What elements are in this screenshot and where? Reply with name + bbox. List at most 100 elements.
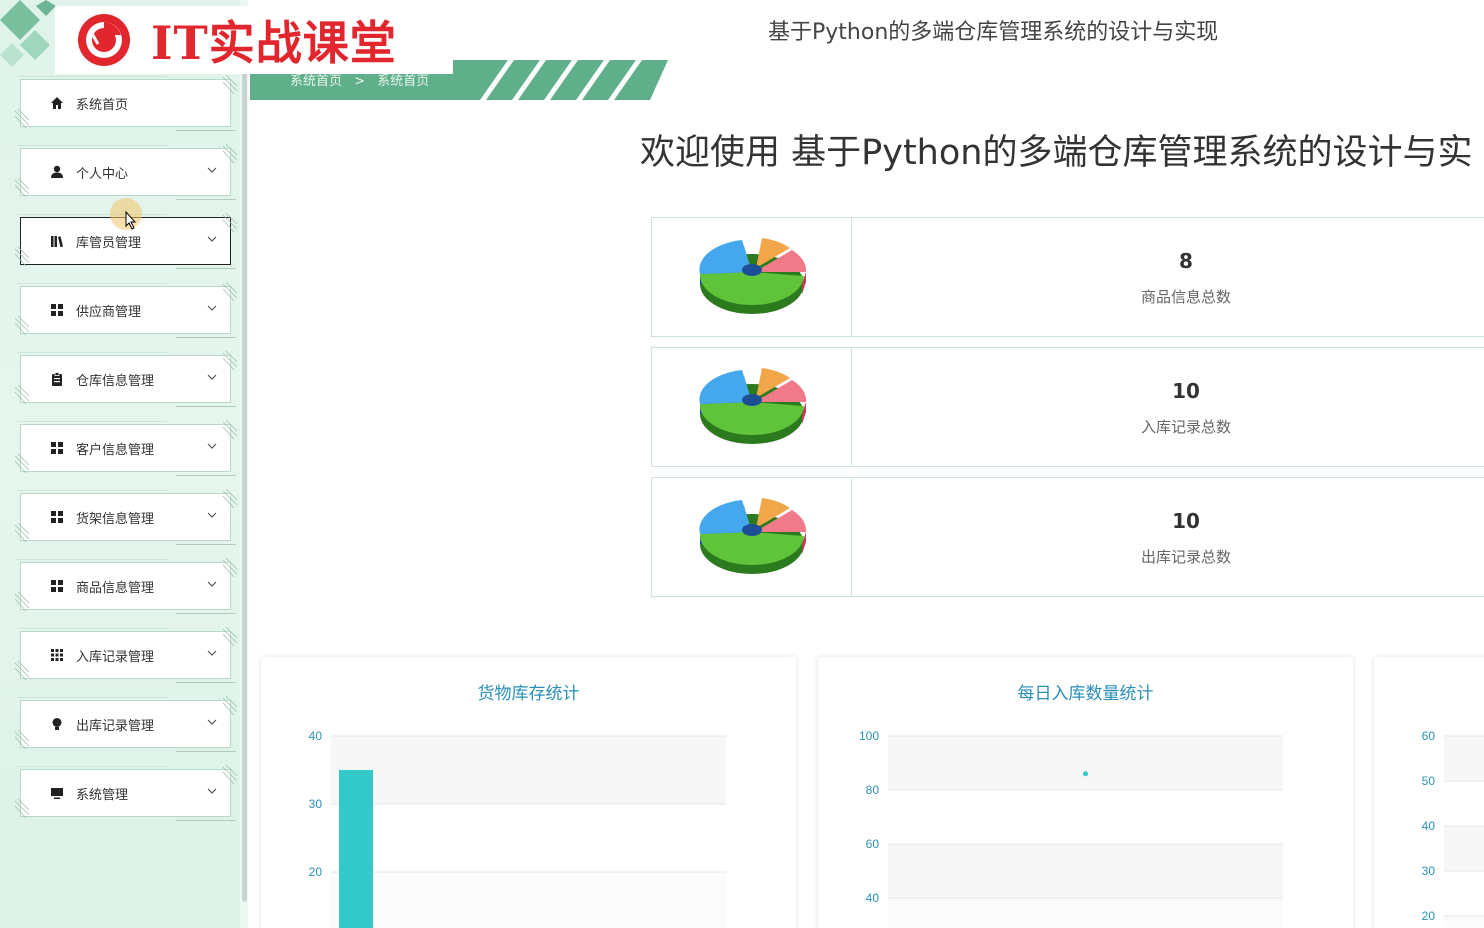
- decorative-hatch: [222, 488, 238, 509]
- inventory-chart: 40 30 20: [309, 729, 726, 928]
- stat-icon-cell: [652, 218, 852, 336]
- y-tick-label: 40: [309, 729, 323, 743]
- chart-panel-daily-inbound: 每日入库数量统计 100 80 60 40: [818, 657, 1353, 928]
- decorative-hatch: [222, 143, 238, 164]
- decorative-hatch: [14, 522, 30, 543]
- grid-9-icon: [49, 647, 65, 663]
- grid-band: [888, 898, 1283, 928]
- y-tick-label: 30: [1422, 864, 1436, 878]
- library-icon: [49, 233, 65, 249]
- y-tick-label: 80: [866, 783, 880, 797]
- stat-icon-cell: [652, 478, 852, 596]
- y-tick-label: 40: [1422, 819, 1436, 833]
- breadcrumb-separator: >: [354, 74, 366, 89]
- sidebar-item-label: 出库记录管理: [76, 718, 155, 734]
- stat-card: 10 入库记录总数: [651, 347, 1484, 467]
- sidebar-item-5[interactable]: 仓库信息管理: [17, 352, 236, 407]
- y-tick-label: 100: [859, 729, 879, 743]
- decorative-hatch: [222, 626, 238, 647]
- breadcrumb-current: 系统首页: [377, 74, 430, 89]
- sidebar-item-label: 客户信息管理: [76, 442, 155, 458]
- grid-icon: [49, 578, 65, 594]
- user-icon: [49, 164, 65, 180]
- y-tick-label: 50: [1422, 774, 1436, 788]
- decorative-hatch: [222, 764, 238, 785]
- sidebar-item-9[interactable]: 入库记录管理: [17, 628, 236, 683]
- chart-panel-inventory: 货物库存统计 40 30 20: [261, 657, 796, 928]
- decorative-hatch: [14, 315, 30, 336]
- bar: [339, 770, 373, 928]
- daily-inbound-chart: 100 80 60 40: [859, 729, 1283, 928]
- sidebar-item-label: 系统首页: [76, 97, 129, 113]
- sidebar-item-label: 仓库信息管理: [76, 373, 155, 389]
- y-tick-label: 60: [866, 837, 880, 851]
- monitor-icon: [49, 785, 65, 801]
- decorative-hatch: [222, 281, 238, 302]
- y-tick-label: 20: [1422, 909, 1436, 923]
- sidebar-item-label: 入库记录管理: [76, 649, 155, 665]
- decorative-hatch: [14, 384, 30, 405]
- decorative-hatch: [14, 660, 30, 681]
- chevron-down-icon: [207, 650, 217, 656]
- sidebar-item-8[interactable]: 商品信息管理: [17, 559, 236, 614]
- pie-chart-icon: [698, 238, 806, 314]
- decorative-hatch: [14, 729, 30, 750]
- stat-card: 8 商品信息总数: [651, 217, 1484, 337]
- chart-panel-third: 60 50 40 30 20: [1374, 657, 1484, 928]
- sidebar-item-7[interactable]: 货架信息管理: [17, 490, 236, 545]
- decorative-hatch: [222, 695, 238, 716]
- grid-band: [331, 872, 726, 928]
- grid-band: [331, 736, 726, 804]
- app-title: 基于Python的多端仓库管理系统的设计与实现: [768, 20, 1219, 45]
- data-point: [1083, 771, 1088, 777]
- decorative-hatch: [222, 74, 238, 95]
- y-tick-label: 30: [309, 797, 323, 811]
- sidebar-item-10[interactable]: 出库记录管理: [17, 697, 236, 752]
- grid-icon: [49, 509, 65, 525]
- logo-text: IT实战课堂: [151, 16, 397, 70]
- sidebar-item-label: 货架信息管理: [76, 511, 155, 527]
- chevron-down-icon: [207, 305, 217, 311]
- bulb-icon: [49, 716, 65, 732]
- decorative-hatch: [14, 798, 30, 819]
- chevron-down-icon: [207, 167, 217, 173]
- chrome-logo-icon: [78, 14, 130, 66]
- sidebar-item-label: 个人中心: [76, 166, 129, 182]
- grid-band: [1444, 736, 1484, 781]
- grid-band: [1444, 826, 1484, 871]
- decorative-hatch: [222, 350, 238, 371]
- breadcrumb-home[interactable]: 系统首页: [290, 74, 342, 89]
- clipboard-icon: [49, 371, 65, 387]
- third-chart: 60 50 40 30 20: [1422, 729, 1484, 928]
- pie-chart-icon: [698, 368, 806, 444]
- sidebar-item-label: 供应商管理: [76, 304, 142, 320]
- grid-band: [888, 844, 1283, 898]
- grid-band: [888, 736, 1283, 790]
- chevron-down-icon: [207, 719, 217, 725]
- decorative-hatch: [14, 453, 30, 474]
- decorative-hatch: [14, 177, 30, 198]
- sidebar-item-2[interactable]: 个人中心: [17, 145, 236, 200]
- chevron-down-icon: [207, 443, 217, 449]
- y-tick-label: 20: [309, 865, 323, 879]
- y-tick-label: 60: [1422, 729, 1436, 743]
- mouse-cursor-icon: [110, 198, 142, 230]
- decorative-hatch: [222, 557, 238, 578]
- sidebar-item-label: 商品信息管理: [76, 580, 155, 596]
- stat-card: 10 出库记录总数: [651, 477, 1484, 597]
- logo: IT实战课堂: [55, 6, 453, 74]
- grid-band: [1444, 916, 1484, 928]
- sidebar-item-11[interactable]: 系统管理: [17, 766, 236, 821]
- sidebar-item-6[interactable]: 客户信息管理: [17, 421, 236, 476]
- decorative-diamonds: [0, 0, 56, 67]
- sidebar-scrollbar[interactable]: [242, 40, 247, 902]
- grid-icon: [49, 302, 65, 318]
- decorative-hatch: [222, 419, 238, 440]
- welcome-heading: 欢迎使用 基于Python的多端仓库管理系统的设计与实: [640, 133, 1473, 173]
- stat-icon-cell: [652, 348, 852, 466]
- chevron-down-icon: [207, 581, 217, 587]
- sidebar-item-1[interactable]: 系统首页: [17, 76, 236, 131]
- grid-icon: [49, 440, 65, 456]
- sidebar-item-4[interactable]: 供应商管理: [17, 283, 236, 338]
- y-tick-label: 40: [866, 891, 880, 905]
